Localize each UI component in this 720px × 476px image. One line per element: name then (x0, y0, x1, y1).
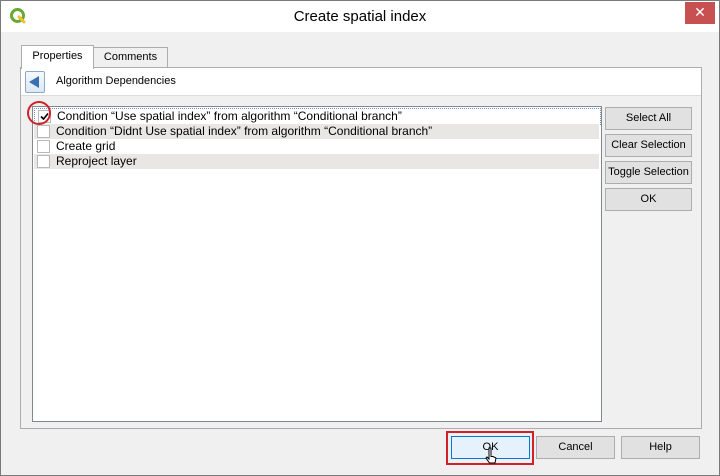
checkbox[interactable] (37, 125, 50, 138)
dependencies-list[interactable]: Condition “Use spatial index” from algor… (32, 106, 602, 422)
list-item-label: Condition “Didnt Use spatial index” from… (56, 124, 433, 138)
select-all-button[interactable]: Select All (605, 107, 692, 130)
dialog-window: Create spatial index ✕ Properties Commen… (0, 0, 720, 476)
close-button[interactable]: ✕ (685, 2, 715, 24)
list-item-label: Create grid (56, 139, 116, 153)
dependencies-header: Algorithm Dependencies (21, 68, 701, 96)
help-button[interactable]: Help (621, 436, 700, 459)
cancel-button[interactable]: Cancel (536, 436, 615, 459)
annotation-circle (27, 101, 51, 125)
list-item-label: Reproject layer (56, 154, 137, 168)
tab-comments[interactable]: Comments (93, 47, 168, 67)
checkbox[interactable] (37, 140, 50, 153)
window-title: Create spatial index (293, 8, 427, 25)
mouse-pointer-icon (485, 447, 499, 470)
checkbox[interactable] (37, 155, 50, 168)
header-label: Algorithm Dependencies (56, 75, 176, 87)
clear-selection-button[interactable]: Clear Selection (605, 134, 692, 157)
tab-properties[interactable]: Properties (21, 45, 94, 69)
back-arrow-icon (29, 76, 39, 88)
title-bar: Create spatial index ✕ (1, 1, 719, 32)
list-item[interactable]: Condition “Use spatial index” from algor… (34, 108, 601, 125)
properties-panel: Algorithm Dependencies Condition “Use sp… (20, 67, 702, 429)
list-item[interactable]: Condition “Didnt Use spatial index” from… (34, 124, 599, 139)
list-item-label: Condition “Use spatial index” from algor… (57, 109, 402, 123)
list-item[interactable]: Reproject layer (34, 154, 599, 169)
list-ok-button[interactable]: OK (605, 188, 692, 211)
list-item[interactable]: Create grid (34, 139, 599, 154)
toggle-selection-button[interactable]: Toggle Selection (605, 161, 692, 184)
back-button[interactable] (25, 71, 45, 93)
